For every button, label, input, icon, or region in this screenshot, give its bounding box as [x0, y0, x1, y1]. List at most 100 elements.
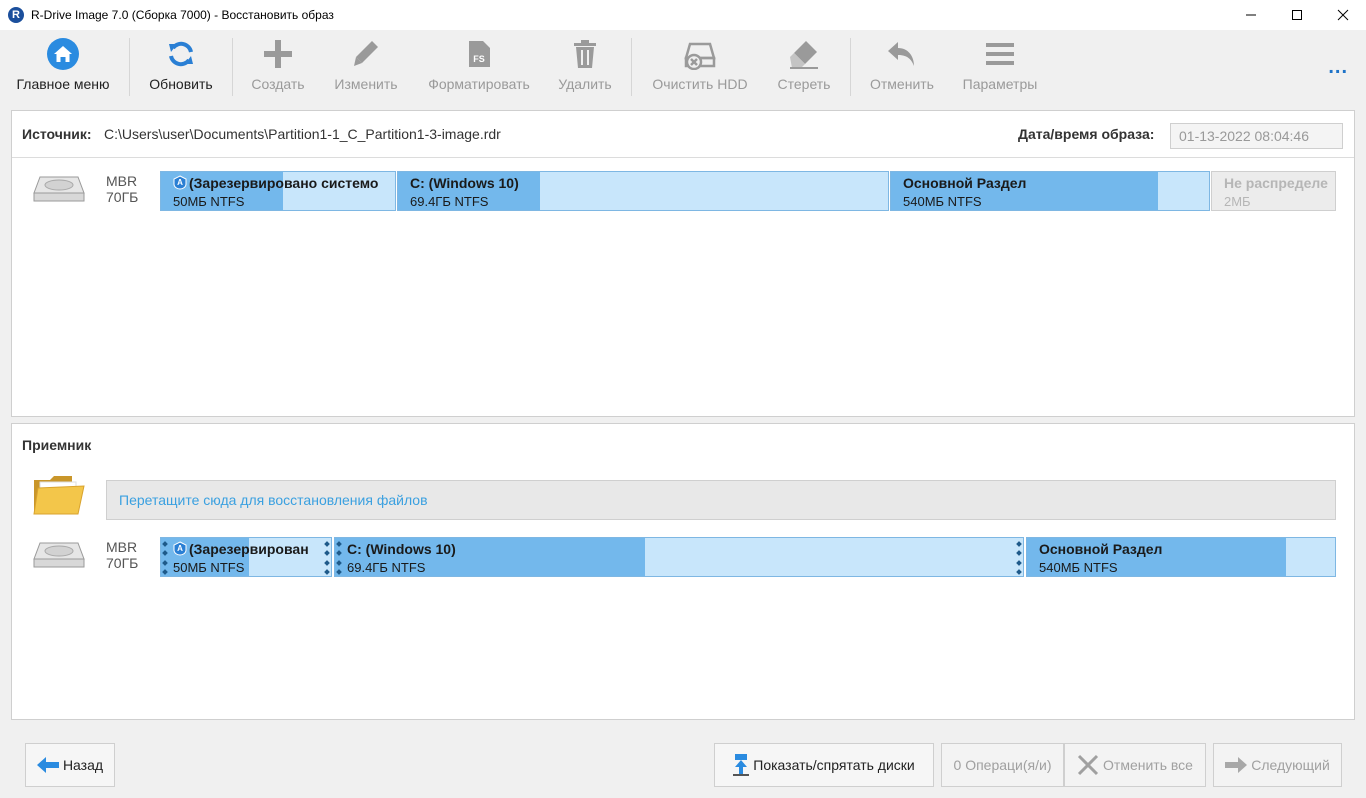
- home-icon: [45, 36, 81, 72]
- wipe-hdd-icon: [682, 36, 718, 72]
- close-icon: [1337, 9, 1349, 21]
- restore-files-drop-zone[interactable]: Перетащите сюда для восстановления файло…: [106, 480, 1336, 520]
- operations-button[interactable]: 0 Операци(я/и): [941, 743, 1064, 787]
- undo-icon: [884, 36, 920, 72]
- target-partition-c[interactable]: C: (Windows 10) 69.4ГБ NTFS: [334, 537, 1024, 577]
- partition-info: 50МБ NTFS: [173, 194, 245, 209]
- target-disk-info: MBR 70ГБ: [106, 539, 138, 571]
- partition-info: 69.4ГБ NTFS: [410, 194, 489, 209]
- partition-name: C: (Windows 10): [347, 541, 456, 557]
- refresh-label: Обновить: [149, 76, 213, 92]
- source-header: Источник: C:\Users\user\Documents\Partit…: [12, 111, 1354, 158]
- hard-disk-icon: [33, 542, 85, 568]
- source-disk-info: MBR 70ГБ: [106, 173, 138, 205]
- arrow-left-icon: [36, 757, 59, 773]
- target-partition-reserved[interactable]: A (Зарезервирован 50МБ NTFS: [160, 537, 332, 577]
- source-label: Источник:: [22, 126, 92, 142]
- partition-name: Основной Раздел: [903, 175, 1027, 191]
- main-menu-button[interactable]: Главное меню: [12, 36, 114, 98]
- undo-label: Отменить: [870, 76, 934, 92]
- svg-text:A: A: [177, 178, 183, 187]
- partition-name: C: (Windows 10): [410, 175, 519, 191]
- pencil-icon: [348, 36, 384, 72]
- source-partition-c[interactable]: C: (Windows 10) 69.4ГБ NTFS: [397, 171, 889, 211]
- disk-size: 70ГБ: [106, 555, 139, 571]
- cancel-all-label: Отменить все: [1103, 757, 1193, 773]
- partition-info: 50МБ NTFS: [173, 560, 245, 575]
- source-partition-primary[interactable]: Основной Раздел 540МБ NTFS: [890, 171, 1210, 211]
- target-label: Приемник: [22, 437, 92, 453]
- cancel-all-button[interactable]: Отменить все: [1064, 743, 1206, 787]
- refresh-button[interactable]: Обновить: [140, 36, 222, 98]
- title-bar: R R-Drive Image 7.0 (Сборка 7000) - Восс…: [0, 0, 1366, 30]
- partition-name: Основной Раздел: [1039, 541, 1163, 557]
- svg-text:A: A: [177, 544, 183, 553]
- source-partition-reserved[interactable]: A (Зарезервировано системо 50МБ NTFS: [160, 171, 396, 211]
- wipe-hdd-button[interactable]: Очистить HDD: [644, 36, 756, 98]
- window-controls: [1228, 0, 1366, 30]
- partition-name: A (Зарезервировано системо: [173, 175, 378, 191]
- operations-label: 0 Операци(я/и): [953, 757, 1052, 773]
- delete-button[interactable]: Удалить: [553, 36, 617, 98]
- toolbar-separator: [850, 38, 851, 96]
- resize-handle-left[interactable]: [162, 541, 168, 575]
- next-button[interactable]: Следующий: [1213, 743, 1342, 787]
- partition-info: 540МБ NTFS: [903, 194, 982, 209]
- minimize-icon: [1246, 14, 1256, 16]
- source-panel: Источник: C:\Users\user\Documents\Partit…: [11, 110, 1355, 417]
- settings-button[interactable]: Параметры: [955, 36, 1045, 98]
- create-button[interactable]: Создать: [244, 36, 312, 98]
- back-label: Назад: [62, 757, 104, 773]
- edit-button[interactable]: Изменить: [328, 36, 404, 98]
- resize-handle-right[interactable]: [324, 541, 330, 575]
- toolbar: Главное меню Обновить Создать Изменить F…: [0, 30, 1366, 104]
- partition-info: 540МБ NTFS: [1039, 560, 1118, 575]
- menu-lines-icon: [982, 36, 1018, 72]
- delete-label: Удалить: [558, 76, 612, 92]
- resize-handle-left[interactable]: [336, 541, 342, 575]
- more-options-button[interactable]: ...: [1328, 56, 1348, 79]
- window-title: R-Drive Image 7.0 (Сборка 7000) - Восста…: [31, 8, 334, 22]
- partition-name: Не распределе: [1224, 175, 1328, 191]
- app-logo-icon: R: [8, 7, 24, 23]
- disk-scheme: MBR: [106, 539, 138, 555]
- format-label: Форматировать: [428, 76, 530, 92]
- show-hide-disks-label: Показать/спрятать диски: [753, 757, 915, 773]
- next-label: Следующий: [1251, 757, 1330, 773]
- disk-size: 70ГБ: [106, 189, 139, 205]
- cancel-x-icon: [1077, 754, 1099, 776]
- footer-bar: Назад Показать/спрятать диски 0 Операци(…: [0, 732, 1366, 798]
- image-datetime-label: Дата/время образа:: [1018, 126, 1155, 142]
- eraser-icon: [786, 36, 822, 72]
- plus-icon: [260, 36, 296, 72]
- show-hide-disks-button[interactable]: Показать/спрятать диски: [714, 743, 934, 787]
- maximize-icon: [1292, 10, 1302, 20]
- erase-button[interactable]: Стереть: [770, 36, 838, 98]
- partition-info: 69.4ГБ NTFS: [347, 560, 426, 575]
- target-partition-primary[interactable]: Основной Раздел 540МБ NTFS: [1026, 537, 1336, 577]
- toolbar-separator: [232, 38, 233, 96]
- format-button[interactable]: FS Форматировать: [420, 36, 538, 98]
- resize-handle-right[interactable]: [1016, 541, 1022, 575]
- source-path: C:\Users\user\Documents\Partition1-1_C_P…: [104, 126, 501, 142]
- create-label: Создать: [251, 76, 305, 92]
- partition-name: A (Зарезервирован: [173, 541, 309, 557]
- arrow-right-icon: [1225, 757, 1248, 773]
- folder-icon: [33, 476, 85, 515]
- toolbar-separator: [631, 38, 632, 96]
- trash-icon: [567, 36, 603, 72]
- close-button[interactable]: [1320, 0, 1366, 30]
- target-panel: Приемник Перетащите сюда для восстановле…: [11, 423, 1355, 720]
- erase-label: Стереть: [777, 76, 831, 92]
- main-menu-label: Главное меню: [16, 76, 110, 92]
- partition-info: 2МБ: [1224, 194, 1251, 209]
- toolbar-separator: [129, 38, 130, 96]
- minimize-button[interactable]: [1228, 0, 1274, 30]
- undo-button[interactable]: Отменить: [862, 36, 942, 98]
- source-partition-unallocated[interactable]: Не распределе 2МБ: [1211, 171, 1336, 211]
- maximize-button[interactable]: [1274, 0, 1320, 30]
- disk-scheme: MBR: [106, 173, 138, 189]
- wipe-hdd-label: Очистить HDD: [652, 76, 748, 92]
- edit-label: Изменить: [334, 76, 398, 92]
- back-button[interactable]: Назад: [25, 743, 115, 787]
